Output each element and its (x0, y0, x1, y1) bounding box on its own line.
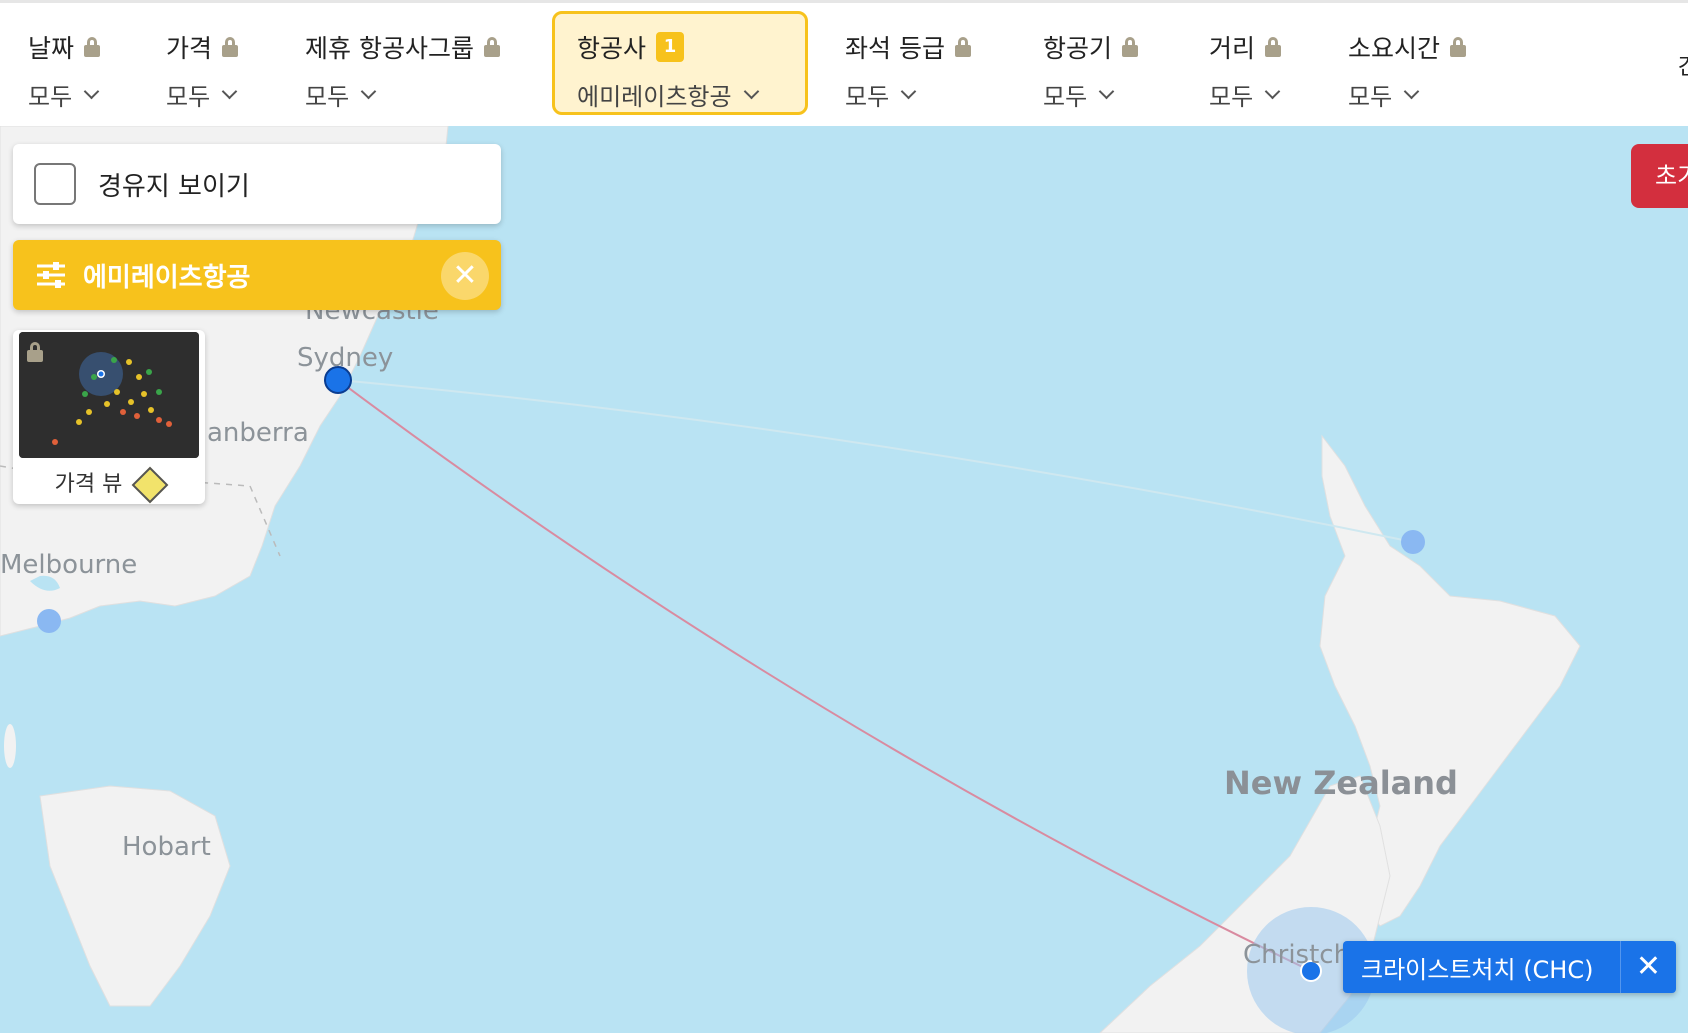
lock-icon (1265, 37, 1282, 57)
chevron-down-icon (900, 83, 917, 100)
stopover-checkbox[interactable] (34, 163, 76, 205)
close-icon[interactable]: ✕ (441, 252, 489, 300)
chevron-down-icon (743, 83, 759, 100)
stopover-label: 경유지 보이기 (98, 171, 250, 202)
country-label: New Zealand (1224, 764, 1458, 802)
chevron-down-icon (360, 83, 377, 100)
filter-value: 모두 (1348, 83, 1393, 111)
lock-icon (84, 37, 101, 57)
place-label: Sydney (297, 343, 394, 373)
filter-price[interactable]: 가격 모두 (166, 11, 239, 115)
filter-bar: 날짜 모두 가격 모두 제휴 항공사그룹 모두 항공사 1 에미레이츠항공 좌석 … (0, 0, 1688, 126)
filter-label: 좌석 등급 (845, 34, 945, 63)
filter-value: 모두 (1043, 83, 1088, 111)
land-tasmania (39, 785, 231, 1007)
filter-label: 제휴 항공사그룹 (305, 34, 474, 63)
filter-value: 모두 (305, 83, 350, 111)
close-icon[interactable]: ✕ (1620, 941, 1676, 993)
filter-label: 항공사 (577, 34, 647, 63)
filter-alliance[interactable]: 제휴 항공사그룹 모두 (305, 11, 500, 115)
filter-label: 항공기 (1043, 34, 1113, 63)
place-label: Melbourne (0, 550, 138, 580)
airport-marker-auckland (1401, 530, 1425, 554)
filter-duration[interactable]: 소요시간 모두 (1348, 11, 1467, 115)
filter-label-cutoff[interactable]: 간 (1678, 49, 1688, 81)
lock-icon (1450, 37, 1467, 57)
chevron-down-icon (1098, 83, 1115, 100)
filter-value: 모두 (1209, 83, 1254, 111)
filter-cabin-class[interactable]: 좌석 등급 모두 (845, 11, 971, 115)
filter-label: 날짜 (28, 34, 75, 63)
airline-filter-chip[interactable]: 에미레이츠항공 ✕ (13, 240, 501, 310)
land-island (4, 724, 16, 768)
price-view-label-row: 가격 뷰 (13, 466, 205, 504)
place-label: anberra (207, 418, 309, 448)
filter-value: 모두 (166, 83, 211, 111)
lock-icon (27, 342, 43, 362)
lock-icon (1122, 37, 1139, 57)
filter-label: 가격 (166, 34, 213, 63)
selected-airport-chip[interactable]: 크라이스트처치 (CHC) ✕ (1343, 941, 1676, 993)
stopover-toggle[interactable]: 경유지 보이기 (13, 144, 501, 224)
chevron-down-icon (83, 83, 100, 100)
airport-marker-melbourne (37, 609, 61, 633)
lock-icon (222, 37, 239, 57)
ticket-icon (131, 466, 169, 504)
route-line-secondary (337, 379, 1414, 543)
filter-count-badge: 1 (656, 32, 685, 62)
filter-value: 모두 (28, 83, 73, 111)
place-label: Christch (1243, 940, 1351, 970)
route-line (337, 379, 1312, 972)
chevron-down-icon (221, 83, 238, 100)
filter-label: 거리 (1209, 34, 1256, 63)
airline-chip-label: 에미레이츠항공 (83, 262, 251, 293)
price-view-thumbnail (19, 332, 199, 458)
filter-label: 소요시간 (1348, 34, 1441, 63)
selected-airport-label: 크라이스트처치 (CHC) (1361, 955, 1594, 984)
filter-date[interactable]: 날짜 모두 (28, 11, 101, 115)
lock-icon (954, 37, 971, 57)
lock-icon (483, 37, 500, 57)
filter-distance[interactable]: 거리 모두 (1209, 11, 1282, 115)
price-view-label: 가격 뷰 (54, 472, 123, 497)
filter-value: 모두 (845, 83, 890, 111)
price-view-card[interactable]: 가격 뷰 (13, 330, 205, 504)
filter-value: 에미레이츠항공 (577, 83, 732, 111)
sliders-icon (37, 262, 65, 288)
price-map-thumbnail (19, 332, 199, 458)
chevron-down-icon (1264, 83, 1281, 100)
chevron-down-icon (1403, 83, 1420, 100)
filter-aircraft[interactable]: 항공기 모두 (1043, 11, 1139, 115)
filter-airline[interactable]: 항공사 1 에미레이츠항공 (552, 11, 808, 115)
place-label: Hobart (122, 832, 211, 862)
reset-button[interactable]: 초기 (1631, 144, 1688, 208)
